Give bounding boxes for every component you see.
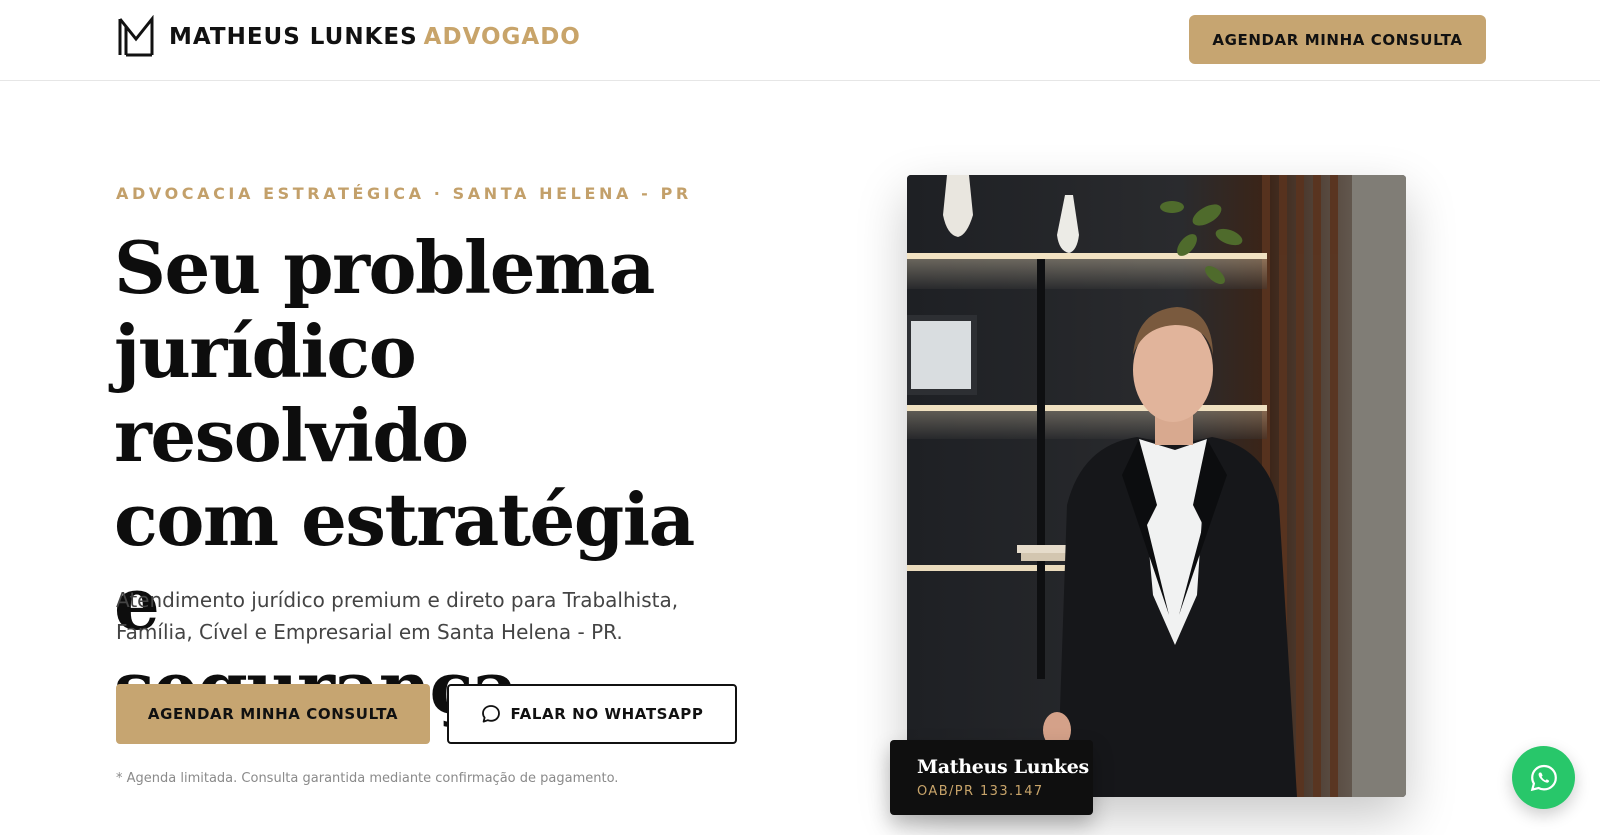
hero-headline: Seu problema jurídico resolvido com estr…	[114, 226, 754, 730]
whatsapp-icon	[1530, 764, 1557, 791]
brand-accent: ADVOGADO	[423, 24, 581, 50]
hero-subtext: Atendimento jurídico premium e direto pa…	[116, 588, 679, 644]
portrait-illustration	[907, 175, 1406, 797]
site-header: MATHEUS LUNKES ADVOGADO AGENDAR MINHA CO…	[0, 0, 1600, 81]
brand[interactable]: MATHEUS LUNKES ADVOGADO	[117, 15, 581, 59]
whatsapp-button-label: FALAR NO WHATSAPP	[510, 705, 704, 723]
lawyer-name: Matheus Lunkes	[917, 756, 1089, 778]
logo-icon	[118, 15, 154, 57]
whatsapp-chat-button[interactable]: FALAR NO WHATSAPP	[447, 684, 737, 744]
lawyer-portrait	[907, 175, 1406, 797]
disclaimer-text: * Agenda limitada. Consulta garantida me…	[116, 771, 619, 786]
whatsapp-float-button[interactable]	[1512, 746, 1575, 809]
headline-line: jurídico resolvido	[114, 309, 469, 478]
schedule-consultation-button[interactable]: AGENDAR MINHA CONSULTA	[116, 684, 430, 744]
header-schedule-button[interactable]: AGENDAR MINHA CONSULTA	[1189, 15, 1486, 64]
brand-name: MATHEUS LUNKES	[169, 24, 418, 50]
chat-bubble-icon	[481, 705, 500, 723]
hero-eyebrow: ADVOCACIA ESTRATÉGICA · SANTA HELENA - P…	[116, 184, 692, 203]
profile-name-card: Matheus Lunkes OAB/PR 133.147	[890, 740, 1093, 815]
headline-line: Seu problema	[114, 225, 655, 310]
oab-registration: OAB/PR 133.147	[917, 784, 1044, 799]
